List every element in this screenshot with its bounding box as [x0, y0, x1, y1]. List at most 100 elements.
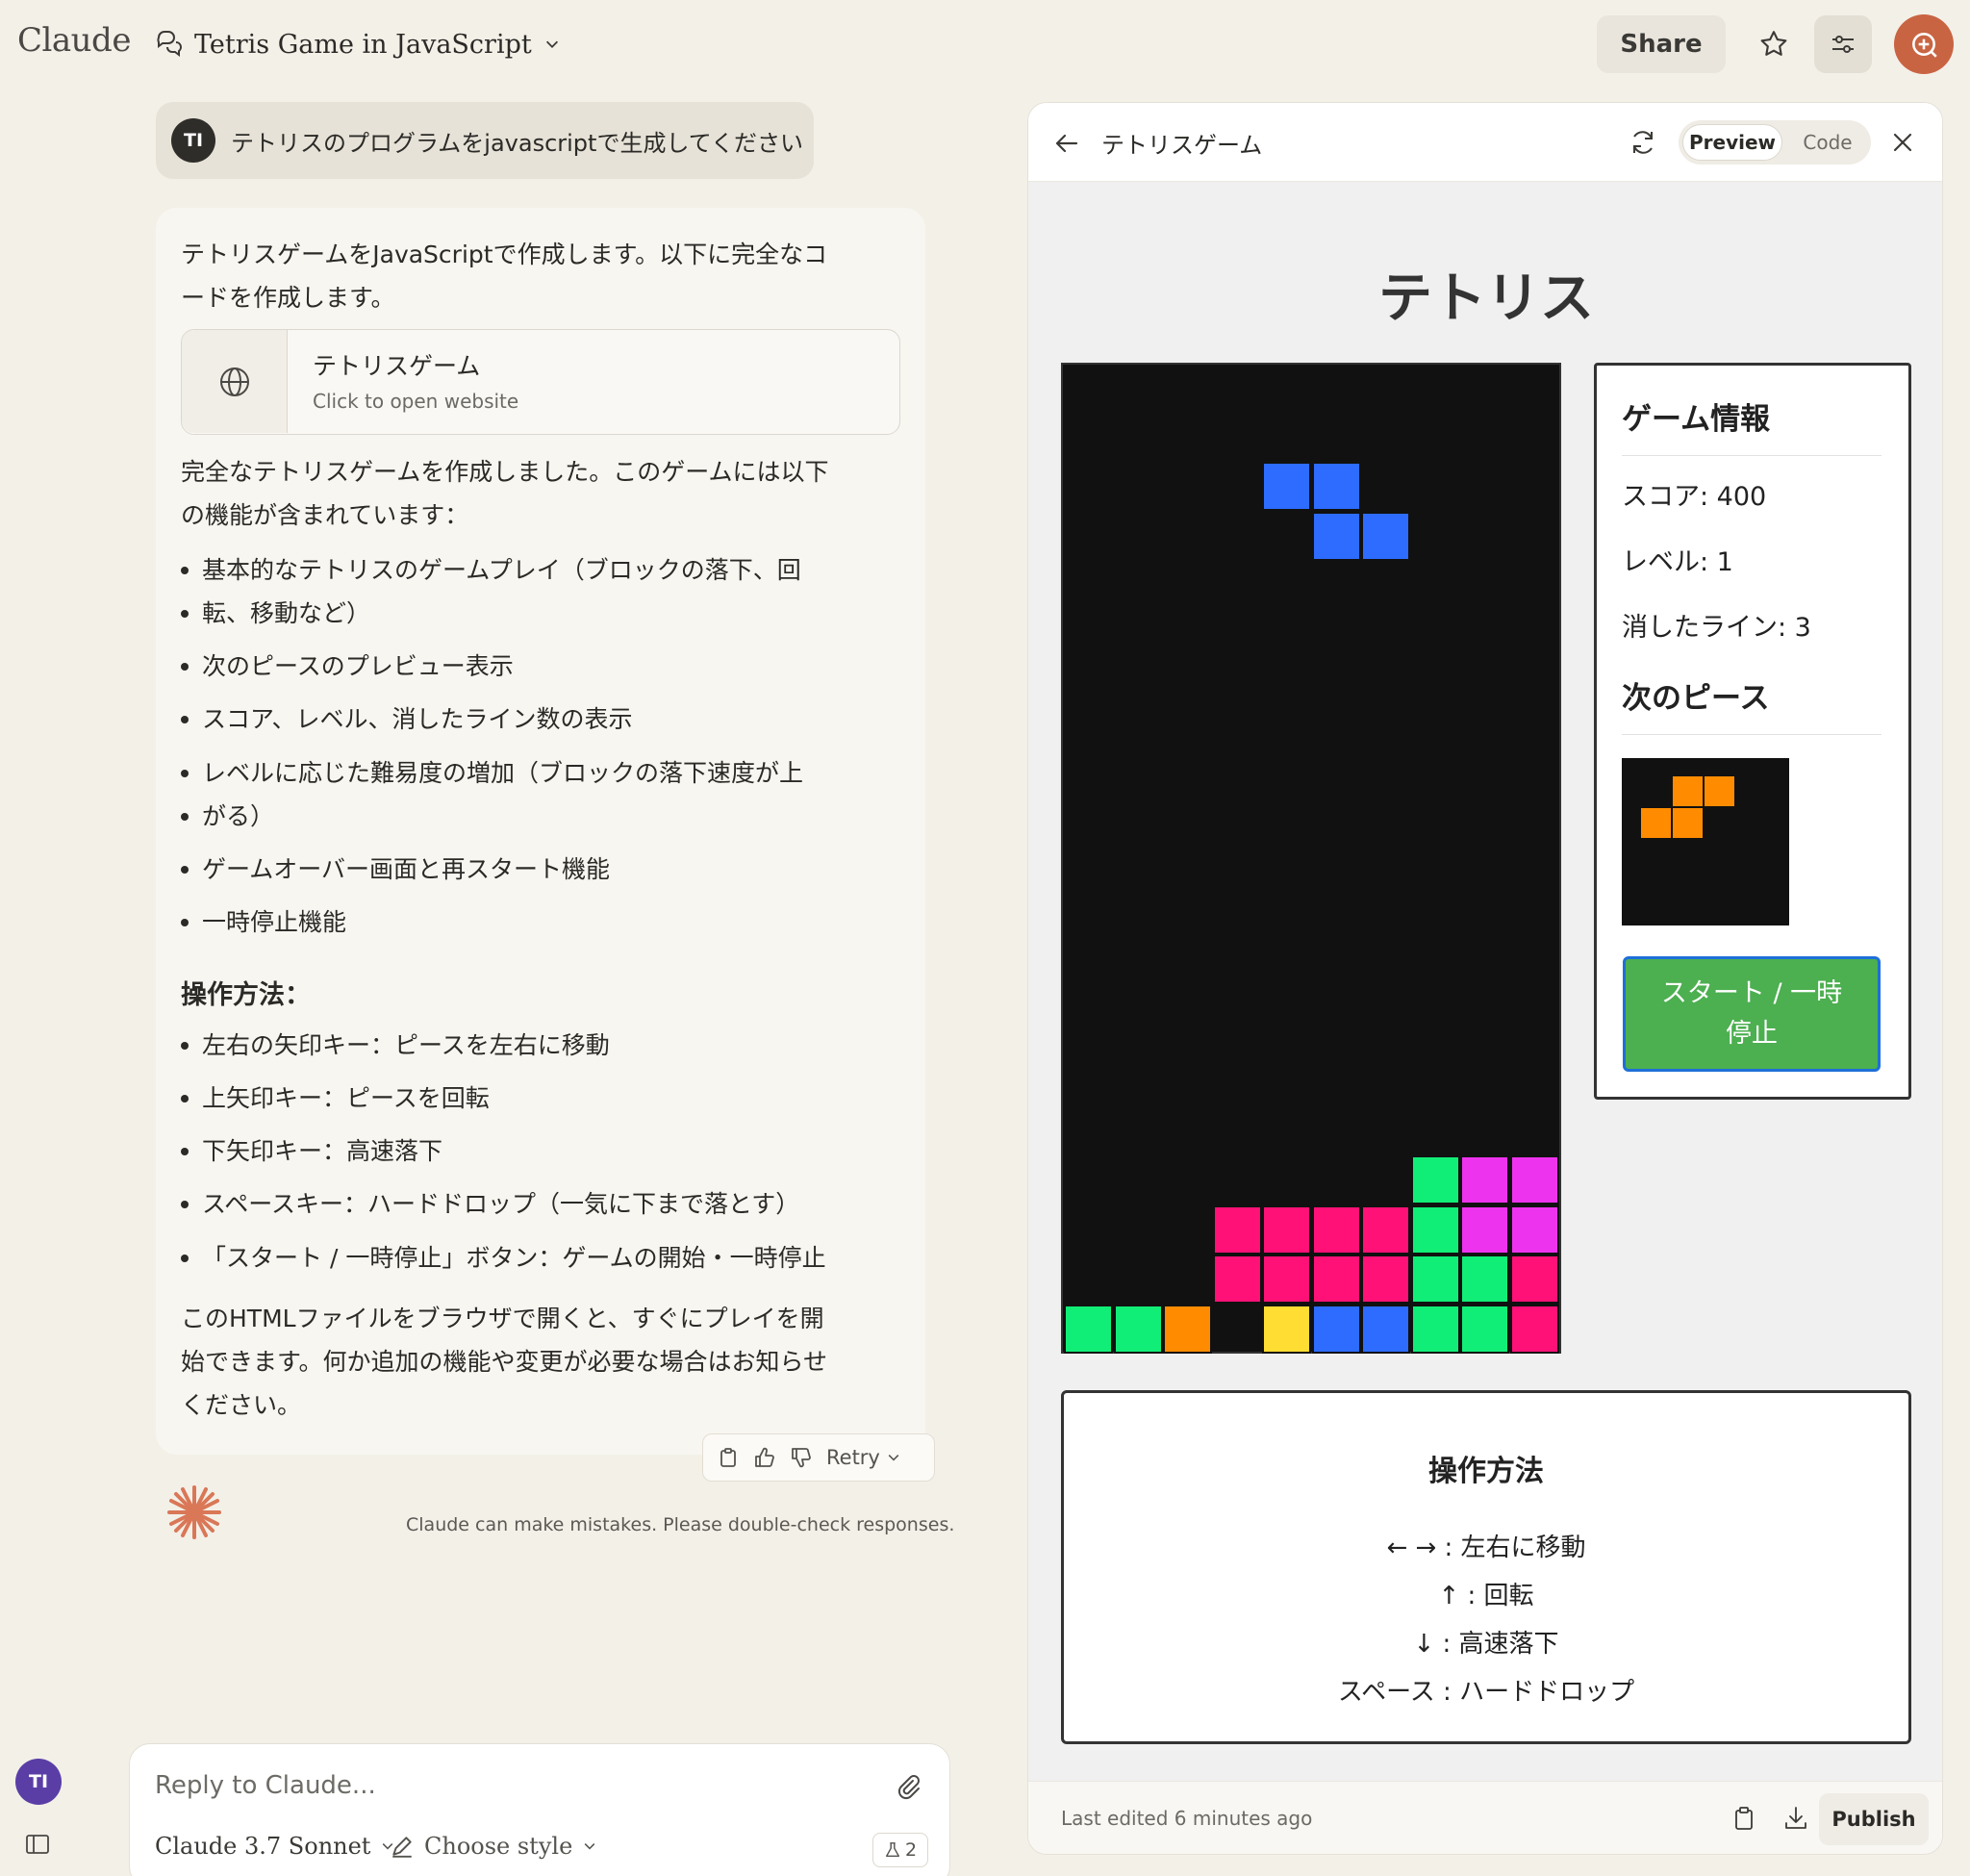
artifact-panel-footer: Last edited 6 minutes ago Publish	[1028, 1781, 1942, 1854]
pen-style-icon	[392, 1837, 412, 1858]
board-block	[1311, 1304, 1361, 1354]
feature-item: 基本的なテトリスのゲームプレイ（ブロックの落下、回	[181, 548, 856, 592]
chat-title-dropdown[interactable]: Tetris Game in JavaScript	[154, 23, 561, 65]
control-item: 「スタート / 一時停止」ボタン：ゲームの開始・一時停止	[181, 1236, 856, 1280]
paperclip-icon[interactable]	[894, 1773, 922, 1802]
board-block	[1410, 1304, 1460, 1354]
next-piece-cell	[1672, 807, 1704, 839]
game-control-line: ← → : 左右に移動	[1386, 1534, 1586, 1562]
user-avatar: TI	[171, 118, 215, 163]
feature-item: 一時停止機能	[181, 900, 856, 944]
board-block	[1311, 511, 1361, 561]
game-control-line: スペース : ハードドロップ	[1337, 1678, 1635, 1707]
board-block	[1509, 1204, 1559, 1255]
feature-item-continued: 転、移動など）	[181, 592, 856, 635]
reply-closing-line-2: 始できます。何か追加の機能や変更が必要な場合はお知らせ	[181, 1348, 828, 1376]
lines-display: 消したライン: 3	[1622, 613, 1811, 643]
feature-item-continued: がる）	[181, 795, 856, 838]
account-avatar[interactable]: TI	[15, 1759, 62, 1805]
sidebar-toggle-icon[interactable]	[25, 1832, 50, 1857]
reply-closing-line-1: このHTMLファイルをブラウザで開くと、すぐにプレイを開	[181, 1305, 824, 1332]
chevron-down-icon	[545, 40, 558, 48]
game-info-heading: ゲーム情報	[1622, 394, 1882, 456]
model-selector[interactable]: Claude 3.7 Sonnet	[155, 1833, 395, 1860]
share-button[interactable]: Share	[1597, 15, 1726, 73]
board-block	[1262, 1255, 1311, 1304]
tab-preview[interactable]: Preview	[1682, 124, 1782, 161]
star-button[interactable]	[1745, 15, 1803, 73]
board-block	[1361, 1204, 1410, 1255]
style-selector[interactable]: Choose style	[390, 1833, 597, 1860]
board-block	[1311, 1255, 1361, 1304]
disclaimer-text: Claude can make mistakes. Please double-…	[406, 1514, 955, 1535]
board-block	[1064, 1304, 1113, 1354]
artifact-panel-header: テトリスゲーム Preview Code	[1028, 103, 1942, 182]
board-block	[1509, 1304, 1559, 1354]
new-chat-search-button[interactable]	[1894, 14, 1954, 74]
thumbs-up-icon[interactable]	[753, 1446, 776, 1469]
chevron-down-icon	[584, 1843, 595, 1850]
artifact-card-subtitle: Click to open website	[313, 390, 519, 413]
next-piece-preview	[1622, 758, 1789, 925]
chevron-down-icon[interactable]	[886, 1450, 901, 1465]
game-info-panel: ゲーム情報 スコア: 400 レベル: 1 消したライン: 3 次のピース スタ…	[1594, 363, 1911, 1100]
settings-sliders-button[interactable]	[1814, 15, 1872, 73]
board-block	[1361, 511, 1410, 561]
chat-bubbles-icon	[157, 31, 182, 57]
download-icon[interactable]	[1782, 1805, 1809, 1832]
board-block	[1460, 1255, 1509, 1304]
artifact-card[interactable]: テトリスゲーム Click to open website	[181, 329, 900, 435]
reply-input-placeholder[interactable]: Reply to Claude...	[155, 1771, 376, 1800]
feature-item: 次のピースのプレビュー表示	[181, 645, 856, 688]
next-piece-cell	[1640, 807, 1672, 839]
board-block	[1262, 1204, 1311, 1255]
publish-button[interactable]: Publish	[1819, 1793, 1929, 1845]
board-block	[1262, 1304, 1311, 1354]
control-item: 左右の矢印キー：ピースを左右に移動	[181, 1024, 856, 1067]
next-piece-heading: 次のピース	[1622, 673, 1882, 735]
reply-summary-line-2: の機能が含まれています：	[181, 501, 469, 529]
board-block	[1410, 1155, 1460, 1204]
flask-icon	[885, 1842, 899, 1858]
artifact-card-title: テトリスゲーム	[313, 352, 481, 380]
game-controls-heading: 操作方法	[1428, 1455, 1544, 1488]
artifact-panel-title: テトリスゲーム	[1101, 132, 1263, 159]
copy-icon[interactable]	[717, 1446, 740, 1469]
start-pause-button[interactable]: スタート / 一時停止	[1623, 956, 1881, 1072]
score-display: スコア: 400	[1622, 482, 1767, 512]
board-block	[1311, 462, 1361, 511]
top-bar: Claude Tetris Game in JavaScript Share	[0, 0, 1970, 89]
reply-intro-line-1: テトリスゲームをJavaScriptで作成します。以下に完全なコ	[181, 241, 828, 268]
reply-composer[interactable]: Reply to Claude... Claude 3.7 Sonnet Cho…	[129, 1743, 950, 1876]
claude-spark-icon	[167, 1485, 221, 1539]
board-block	[1212, 1204, 1262, 1255]
controls-heading: 操作方法：	[181, 980, 311, 1010]
preview-code-toggle: Preview Code	[1679, 120, 1871, 165]
star-icon	[1760, 31, 1787, 56]
board-block	[1460, 1304, 1509, 1354]
tools-count-badge[interactable]: 2	[872, 1833, 928, 1867]
board-block	[1410, 1204, 1460, 1255]
close-icon[interactable]	[1890, 130, 1915, 155]
thumbs-down-icon[interactable]	[790, 1446, 813, 1469]
globe-icon	[219, 367, 249, 396]
copy-icon[interactable]	[1730, 1805, 1757, 1832]
game-control-line: ↑ : 回転	[1438, 1582, 1534, 1610]
retry-button[interactable]: Retry	[826, 1446, 880, 1469]
next-piece-cell	[1672, 775, 1704, 807]
last-edited-text: Last edited 6 minutes ago	[1061, 1807, 1313, 1830]
refresh-icon[interactable]	[1629, 128, 1657, 157]
tab-code[interactable]: Code	[1792, 124, 1863, 161]
feature-item: スコア、レベル、消したライン数の表示	[181, 697, 856, 741]
game-board[interactable]	[1061, 363, 1561, 1354]
board-block	[1361, 1255, 1410, 1304]
assistant-reply: テトリスゲームをJavaScriptで作成します。以下に完全なコ ードを作成しま…	[156, 208, 925, 1455]
tools-count: 2	[904, 1839, 918, 1861]
back-arrow-icon[interactable]	[1053, 130, 1080, 157]
board-block	[1262, 462, 1311, 511]
feature-item: レベルに応じた難易度の増加（ブロックの落下速度が上	[181, 751, 856, 795]
user-message: TI テトリスのプログラムをjavascriptで生成してください	[156, 102, 814, 179]
claude-logo[interactable]: Claude	[17, 21, 131, 60]
board-block	[1410, 1255, 1460, 1304]
search-chat-icon	[1912, 33, 1937, 58]
